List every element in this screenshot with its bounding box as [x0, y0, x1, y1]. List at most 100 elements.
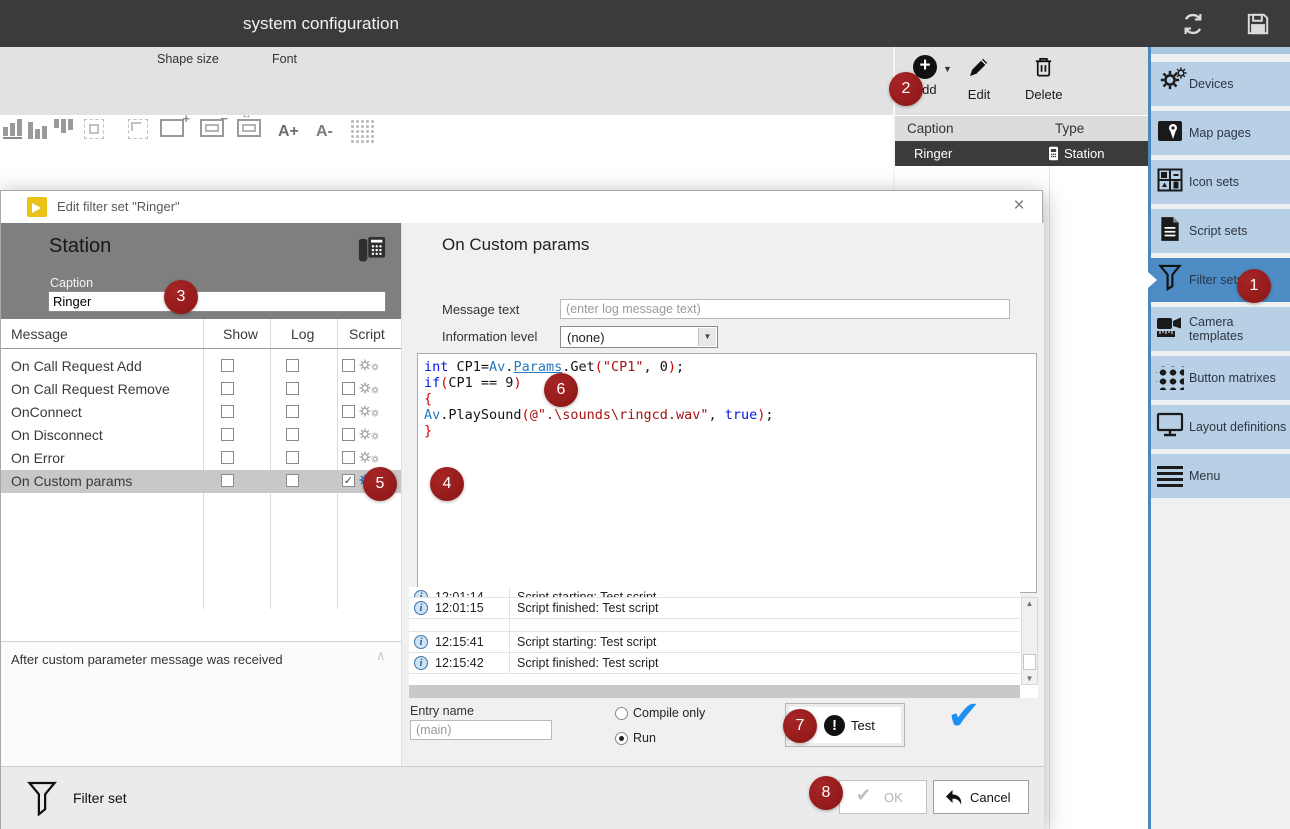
- log-row: i12:01:15Script finished: Test script: [409, 598, 1020, 619]
- gears-icon: [1151, 70, 1189, 98]
- caption-input[interactable]: [48, 291, 386, 312]
- scroll-down-arrow[interactable]: ▼: [1022, 674, 1037, 683]
- corner-resize-icon[interactable]: [128, 119, 148, 139]
- close-icon[interactable]: ×: [1008, 195, 1030, 217]
- shape-placeholder-icon[interactable]: [84, 119, 104, 139]
- script-gears-icon[interactable]: [359, 404, 379, 422]
- sidebar-item-map-pages[interactable]: Map pages: [1151, 111, 1290, 155]
- script-code-editor[interactable]: int CP1=Av.Params.Get("CP1", 0);if(CP1 =…: [417, 353, 1037, 593]
- add-dropdown-caret[interactable]: ▼: [943, 64, 952, 74]
- script-gears-icon[interactable]: [359, 427, 379, 445]
- message-row-on-error[interactable]: On Error: [1, 447, 401, 470]
- list-toolbar: + Add ▼ Edit Delete: [895, 47, 1150, 115]
- script-checkbox[interactable]: [342, 382, 355, 395]
- script-checkbox[interactable]: [342, 359, 355, 372]
- apply-check-icon[interactable]: ✔: [947, 693, 981, 739]
- sidebar-item-layout-definitions[interactable]: Layout definitions: [1151, 405, 1290, 449]
- script-checkbox[interactable]: [342, 428, 355, 441]
- script-checkbox[interactable]: ✓: [342, 474, 355, 487]
- script-gears-icon[interactable]: [359, 450, 379, 468]
- message-row-on-custom-params[interactable]: On Custom params✓: [1, 470, 401, 493]
- script-checkbox[interactable]: [342, 405, 355, 418]
- type-column-header: Type: [1055, 121, 1084, 136]
- information-level-select[interactable]: (none) ▼: [560, 326, 718, 348]
- message-row-on-call-request-add[interactable]: On Call Request Add: [1, 355, 401, 378]
- log-checkbox[interactable]: [286, 428, 299, 441]
- shape-grow-icon[interactable]: +: [160, 119, 184, 137]
- show-checkbox[interactable]: [221, 359, 234, 372]
- list-header: Caption Type: [895, 115, 1150, 141]
- script-checkbox[interactable]: [342, 451, 355, 464]
- ok-button[interactable]: ✔ OK: [839, 780, 927, 814]
- menu-icon: [1151, 463, 1189, 490]
- message-row-on-disconnect[interactable]: On Disconnect: [1, 424, 401, 447]
- entry-name-input[interactable]: [410, 720, 552, 740]
- caption-label: Caption: [50, 276, 93, 290]
- sidebar-item-icon-sets[interactable]: Icon sets: [1151, 160, 1290, 204]
- show-checkbox[interactable]: [221, 451, 234, 464]
- align-bars-middle-icon[interactable]: [28, 119, 47, 139]
- font-decrease-button[interactable]: A-: [316, 123, 333, 141]
- run-radio[interactable]: Run: [615, 731, 656, 745]
- step-badge-8: 8: [809, 776, 843, 810]
- navigation-sidebar: DevicesMap pagesIcon setsScript setsFilt…: [1148, 47, 1290, 829]
- sidebar-item-camera-templates[interactable]: Camera templates: [1151, 307, 1290, 351]
- log-horizontal-scrollbar[interactable]: [409, 685, 1020, 698]
- scroll-up-chevron[interactable]: ∧: [376, 648, 386, 664]
- step-badge-2: 2: [889, 72, 923, 106]
- cancel-button[interactable]: Cancel: [933, 780, 1029, 814]
- shape-fit-icon[interactable]: ↔: [237, 119, 261, 137]
- entry-name-label: Entry name: [410, 704, 474, 718]
- align-bars-bottom-icon[interactable]: [3, 119, 22, 139]
- sidebar-top-strip: [1151, 47, 1290, 54]
- phone-icon: [357, 235, 387, 267]
- refresh-icon[interactable]: [1180, 11, 1206, 37]
- edit-button[interactable]: Edit: [967, 55, 991, 102]
- show-checkbox[interactable]: [221, 474, 234, 487]
- funnel-icon: [27, 780, 57, 816]
- trash-icon: [1032, 55, 1055, 79]
- chevron-down-icon: ▼: [698, 328, 716, 346]
- sidebar-item-script-sets[interactable]: Script sets: [1151, 209, 1290, 253]
- code-line: if(CP1 == 9): [424, 375, 1036, 391]
- save-icon[interactable]: [1245, 11, 1271, 37]
- script-log-panel: i12:01:14Script starting: Test scripti12…: [409, 597, 1038, 698]
- delete-button[interactable]: Delete: [1025, 55, 1063, 102]
- params-heading: On Custom params: [442, 235, 589, 255]
- log-checkbox[interactable]: [286, 451, 299, 464]
- shape-shrink-icon[interactable]: −: [200, 119, 224, 137]
- log-vertical-scrollbar[interactable]: ▲ ▼: [1021, 597, 1038, 685]
- show-checkbox[interactable]: [221, 428, 234, 441]
- script-gears-icon[interactable]: [359, 381, 379, 399]
- align-bars-top-icon[interactable]: [54, 119, 73, 139]
- dots-grid-icon: [1151, 366, 1189, 390]
- script-gears-icon[interactable]: [359, 358, 379, 376]
- dialog-right-column: On Custom params Message text Informatio…: [401, 223, 1044, 766]
- log-checkbox[interactable]: [286, 359, 299, 372]
- show-checkbox[interactable]: [221, 405, 234, 418]
- sidebar-item-button-matrixes[interactable]: Button matrixes: [1151, 356, 1290, 400]
- log-checkbox[interactable]: [286, 474, 299, 487]
- info-icon: i: [414, 656, 428, 670]
- message-row-onconnect[interactable]: OnConnect: [1, 401, 401, 424]
- show-checkbox[interactable]: [221, 382, 234, 395]
- message-row-on-call-request-remove[interactable]: On Call Request Remove: [1, 378, 401, 401]
- message-text-input[interactable]: [560, 299, 1010, 319]
- sidebar-item-devices[interactable]: Devices: [1151, 62, 1290, 106]
- radio-circle: [615, 732, 628, 745]
- station-heading: Station: [49, 235, 111, 258]
- monitor-icon: [1151, 412, 1189, 443]
- sidebar-item-menu[interactable]: Menu: [1151, 454, 1290, 498]
- undo-arrow-icon: [942, 786, 966, 810]
- log-checkbox[interactable]: [286, 382, 299, 395]
- check-icon: ✔: [856, 785, 871, 806]
- code-line: int CP1=Av.Params.Get("CP1", 0);: [424, 359, 1036, 375]
- message-description: After custom parameter message was recei…: [11, 652, 283, 667]
- scroll-up-arrow[interactable]: ▲: [1022, 599, 1037, 608]
- font-increase-button[interactable]: A+: [278, 123, 299, 141]
- compile-only-radio[interactable]: Compile only: [615, 706, 705, 720]
- grid-icon[interactable]: [350, 119, 376, 143]
- scrollbar-thumb[interactable]: [1023, 654, 1036, 670]
- filter-set-row-ringer[interactable]: Ringer Station: [895, 141, 1150, 166]
- log-checkbox[interactable]: [286, 405, 299, 418]
